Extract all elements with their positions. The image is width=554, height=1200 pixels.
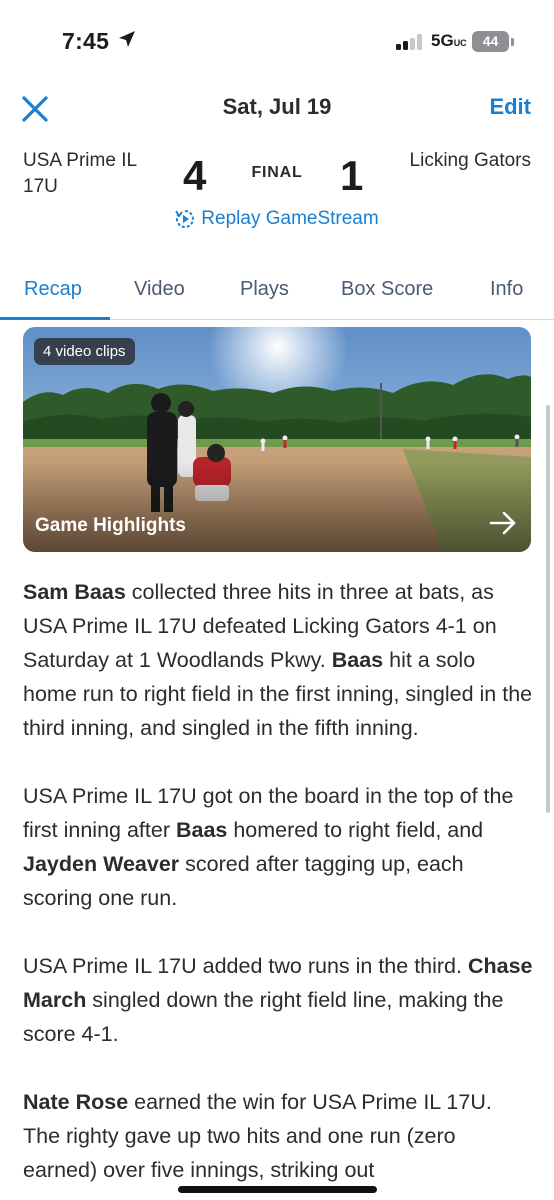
recap-paragraph: USA Prime IL 17U got on the board in the… xyxy=(23,779,533,915)
tab-box-score[interactable]: Box Score xyxy=(341,278,433,301)
recap-paragraph: Nate Rose earned the win for USA Prime I… xyxy=(23,1085,533,1187)
tab-plays[interactable]: Plays xyxy=(240,278,289,301)
recap-text: homered to right field, and xyxy=(227,818,484,842)
battery-icon: 44 xyxy=(472,31,509,52)
player-name: Sam Baas xyxy=(23,580,126,604)
location-arrow-icon xyxy=(119,31,135,47)
status-time: 7:45 xyxy=(62,28,110,54)
game-highlights-card[interactable]: 4 video clips Game Highlights xyxy=(23,327,531,552)
recap-text: singled down the right field line, makin… xyxy=(23,988,504,1046)
video-clips-badge: 4 video clips xyxy=(34,338,135,365)
replay-icon xyxy=(175,210,195,228)
recap-paragraph: USA Prime IL 17U added two runs in the t… xyxy=(23,949,533,1051)
tab-video[interactable]: Video xyxy=(134,278,185,301)
network-type: 5GUC xyxy=(431,31,467,50)
tab-recap[interactable]: Recap xyxy=(24,278,82,301)
replay-gamestream-button[interactable]: Replay GameStream xyxy=(0,208,554,235)
game-date: Sat, Jul 19 xyxy=(222,94,332,119)
recap-text: USA Prime IL 17U added two runs in the t… xyxy=(23,954,468,978)
edit-button[interactable]: Edit xyxy=(489,94,531,120)
replay-label: Replay GameStream xyxy=(201,208,379,229)
player-name: Jayden Weaver xyxy=(23,852,180,876)
home-indicator[interactable] xyxy=(178,1186,377,1193)
recap-article: Sam Baas collected three hits in three a… xyxy=(23,575,533,1200)
player-name: Nate Rose xyxy=(23,1090,129,1114)
active-tab-indicator xyxy=(0,317,110,320)
tab-bar: Recap Video Plays Box Score Info xyxy=(0,268,554,320)
player-name: Baas xyxy=(175,818,228,842)
arrow-right-icon[interactable] xyxy=(489,511,517,535)
cellular-signal-icon xyxy=(396,34,424,50)
highlights-title: Game Highlights xyxy=(35,515,186,536)
nav-bar: Sat, Jul 19 Edit xyxy=(0,82,554,132)
scrollbar[interactable] xyxy=(546,405,550,813)
player-name: Baas xyxy=(331,648,384,672)
recap-paragraph: Sam Baas collected three hits in three a… xyxy=(23,575,533,745)
away-score: 1 xyxy=(340,152,364,199)
tab-info[interactable]: Info xyxy=(490,278,523,301)
away-team-name[interactable]: Licking Gators xyxy=(391,148,531,174)
status-bar: 7:45 5GUC 44 xyxy=(0,0,554,80)
battery-tip xyxy=(511,38,514,46)
